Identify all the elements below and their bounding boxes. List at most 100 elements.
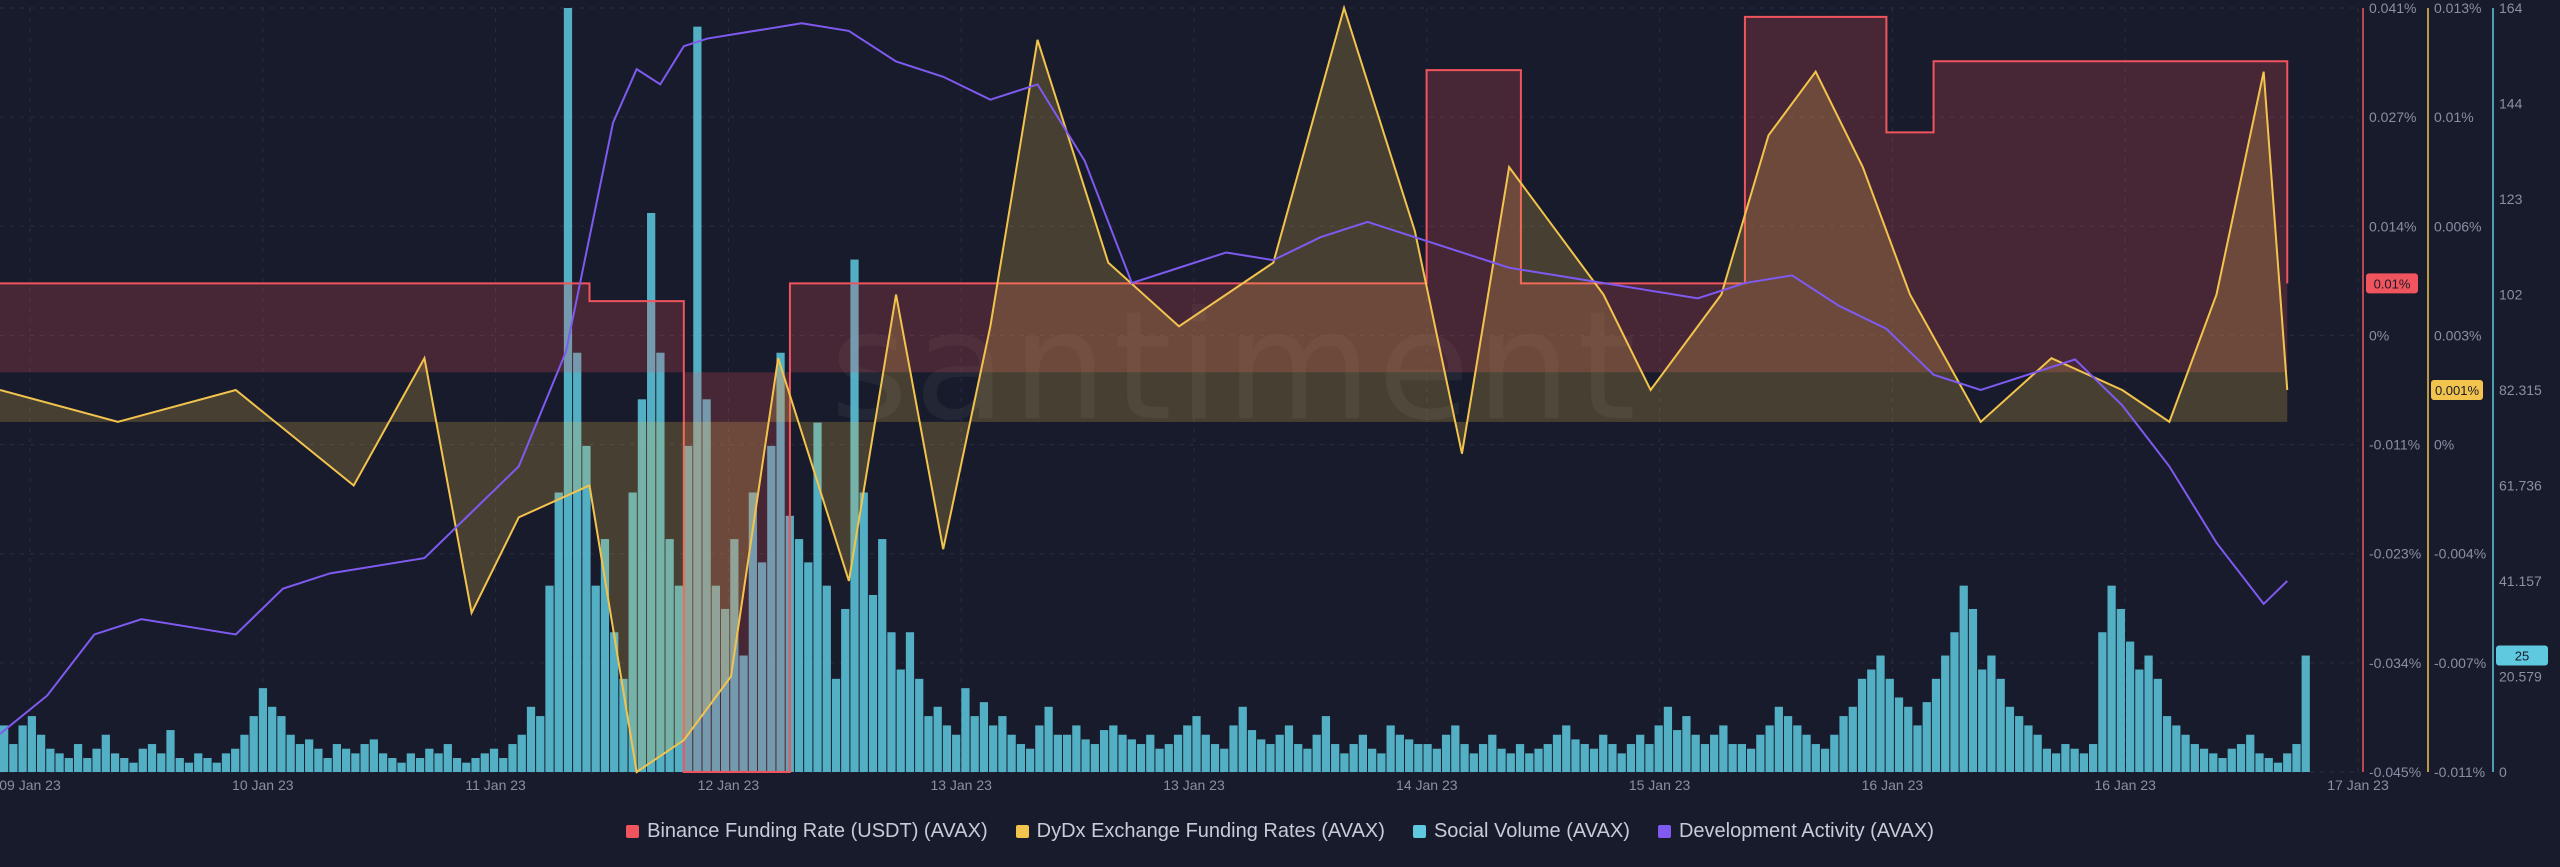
social-volume-bar bbox=[360, 744, 369, 772]
social-volume-bar bbox=[2227, 748, 2236, 772]
social-volume-bar bbox=[804, 562, 813, 772]
social-volume-bar bbox=[36, 734, 46, 772]
social-volume-bar bbox=[1183, 725, 1192, 772]
social-volume-bar bbox=[591, 585, 600, 772]
legend-item[interactable]: Social Volume (AVAX) bbox=[1412, 820, 1630, 843]
legend-item[interactable]: Development Activity (AVAX) bbox=[1657, 820, 1934, 843]
legend: Binance Funding Rate (USDT) (AVAX) DyDx E… bbox=[0, 820, 2560, 843]
legend-item[interactable]: Binance Funding Rate (USDT) (AVAX) bbox=[626, 820, 988, 843]
social-volume-bar bbox=[489, 748, 499, 772]
social-volume-bar bbox=[1229, 725, 1238, 772]
social-badge-label: 25 bbox=[2515, 649, 2529, 664]
social-volume-bar bbox=[2209, 753, 2218, 772]
binance-tick-label: 0.027% bbox=[2369, 109, 2416, 125]
binance-tick-label: 0% bbox=[2369, 327, 2389, 343]
social-volume-bar bbox=[175, 758, 184, 772]
social-volume-bar bbox=[1783, 716, 1793, 772]
social-volume-bar bbox=[2162, 716, 2172, 772]
social-volume-bar bbox=[1053, 734, 1062, 772]
social-volume-bar bbox=[499, 758, 508, 772]
social-volume-bar bbox=[1885, 678, 1894, 772]
dydx-tick-label: -0.004% bbox=[2434, 546, 2486, 562]
social-volume-bar bbox=[952, 734, 961, 772]
x-tick-label: 16 Jan 23 bbox=[2094, 777, 2156, 793]
social-volume-bar bbox=[1497, 748, 1506, 772]
binance-tick-label: 0.014% bbox=[2369, 218, 2416, 234]
social-volume-bar bbox=[1173, 734, 1183, 772]
x-tick-label: 14 Jan 23 bbox=[1396, 777, 1458, 793]
social-tick-label: 41.157 bbox=[2499, 573, 2542, 589]
social-volume-bar bbox=[1996, 678, 2005, 772]
social-volume-bar bbox=[554, 492, 563, 772]
social-volume-bar bbox=[277, 716, 286, 772]
social-volume-bar bbox=[526, 706, 536, 772]
social-volume-bar bbox=[1414, 744, 1423, 772]
social-volume-bar bbox=[1922, 702, 1931, 772]
social-volume-bar bbox=[147, 744, 157, 772]
social-volume-bar bbox=[2199, 748, 2209, 772]
social-volume-bar bbox=[1026, 748, 1035, 772]
social-volume-bar bbox=[64, 758, 73, 772]
social-volume-bar bbox=[1543, 744, 1552, 772]
social-volume-bar bbox=[979, 702, 989, 772]
social-volume-bar bbox=[1035, 725, 1044, 772]
social-volume-bar bbox=[1099, 730, 1109, 772]
social-volume-bar bbox=[1423, 744, 1432, 772]
social-volume-bar bbox=[1386, 725, 1395, 772]
social-volume-bar bbox=[2135, 669, 2144, 772]
social-volume-bar bbox=[1515, 744, 1525, 772]
social-volume-bar bbox=[563, 8, 573, 772]
social-volume-bar bbox=[1774, 706, 1783, 772]
social-volume-bar bbox=[1682, 716, 1691, 772]
dydx-tick-label: 0.01% bbox=[2434, 109, 2474, 125]
social-volume-bar bbox=[896, 669, 905, 772]
social-volume-bar bbox=[194, 753, 203, 772]
social-volume-bar bbox=[1294, 744, 1303, 772]
social-volume-bar bbox=[1007, 734, 1016, 772]
social-volume-bar bbox=[859, 492, 868, 772]
x-tick-label: 16 Jan 23 bbox=[1862, 777, 1924, 793]
social-volume-bar bbox=[2042, 748, 2052, 772]
legend-item[interactable]: DyDx Exchange Funding Rates (AVAX) bbox=[1015, 820, 1385, 843]
social-volume-bar bbox=[989, 725, 998, 772]
social-volume-bar bbox=[1857, 678, 1867, 772]
social-volume-bar bbox=[166, 730, 175, 772]
social-volume-bar bbox=[1220, 748, 1229, 772]
social-volume-bar bbox=[2088, 744, 2098, 772]
social-volume-bar bbox=[1136, 744, 1146, 772]
social-volume-bar bbox=[249, 716, 258, 772]
social-volume-bar bbox=[1571, 739, 1580, 772]
social-volume-bar bbox=[2098, 632, 2107, 772]
social-volume-bar bbox=[1506, 753, 1515, 772]
social-volume-bar bbox=[1118, 734, 1127, 772]
social-volume-bar bbox=[1589, 748, 1599, 772]
chart-canvas: 09 Jan 23 10 Jan 23 11 Jan 23 12 Jan 23 13 J… bbox=[0, 0, 2548, 793]
legend-label: Development Activity (AVAX) bbox=[1678, 820, 1934, 842]
social-volume-bar bbox=[480, 753, 489, 772]
social-volume-bar bbox=[157, 753, 166, 772]
social-volume-bar bbox=[2283, 753, 2292, 772]
social-volume-bar bbox=[240, 734, 249, 772]
social-volume-bar bbox=[258, 688, 268, 772]
social-volume-bar bbox=[314, 748, 323, 772]
social-volume-bar bbox=[1146, 734, 1155, 772]
dydx-tick-label: 0% bbox=[2434, 437, 2454, 453]
social-volume-bar bbox=[1441, 734, 1451, 772]
social-volume-bar bbox=[1710, 734, 1719, 772]
social-volume-bar bbox=[1488, 734, 1497, 772]
social-volume-bar bbox=[1626, 744, 1636, 772]
social-volume-bar bbox=[1608, 744, 1617, 772]
social-volume-bar bbox=[351, 753, 360, 772]
social-volume-bar bbox=[342, 748, 351, 772]
social-volume-bar bbox=[1062, 734, 1072, 772]
social-tick-label: 123 bbox=[2499, 191, 2523, 207]
social-volume-bar bbox=[2061, 744, 2070, 772]
social-volume-bar bbox=[2218, 758, 2227, 772]
social-volume-bar bbox=[2273, 762, 2283, 772]
x-tick-label: 13 Jan 23 bbox=[1163, 777, 1225, 793]
social-volume-bar bbox=[1746, 748, 1756, 772]
social-volume-bar bbox=[1284, 725, 1294, 772]
social-volume-bar bbox=[388, 758, 397, 772]
social-volume-bar bbox=[2246, 734, 2255, 772]
x-tick-label: 11 Jan 23 bbox=[465, 777, 526, 793]
